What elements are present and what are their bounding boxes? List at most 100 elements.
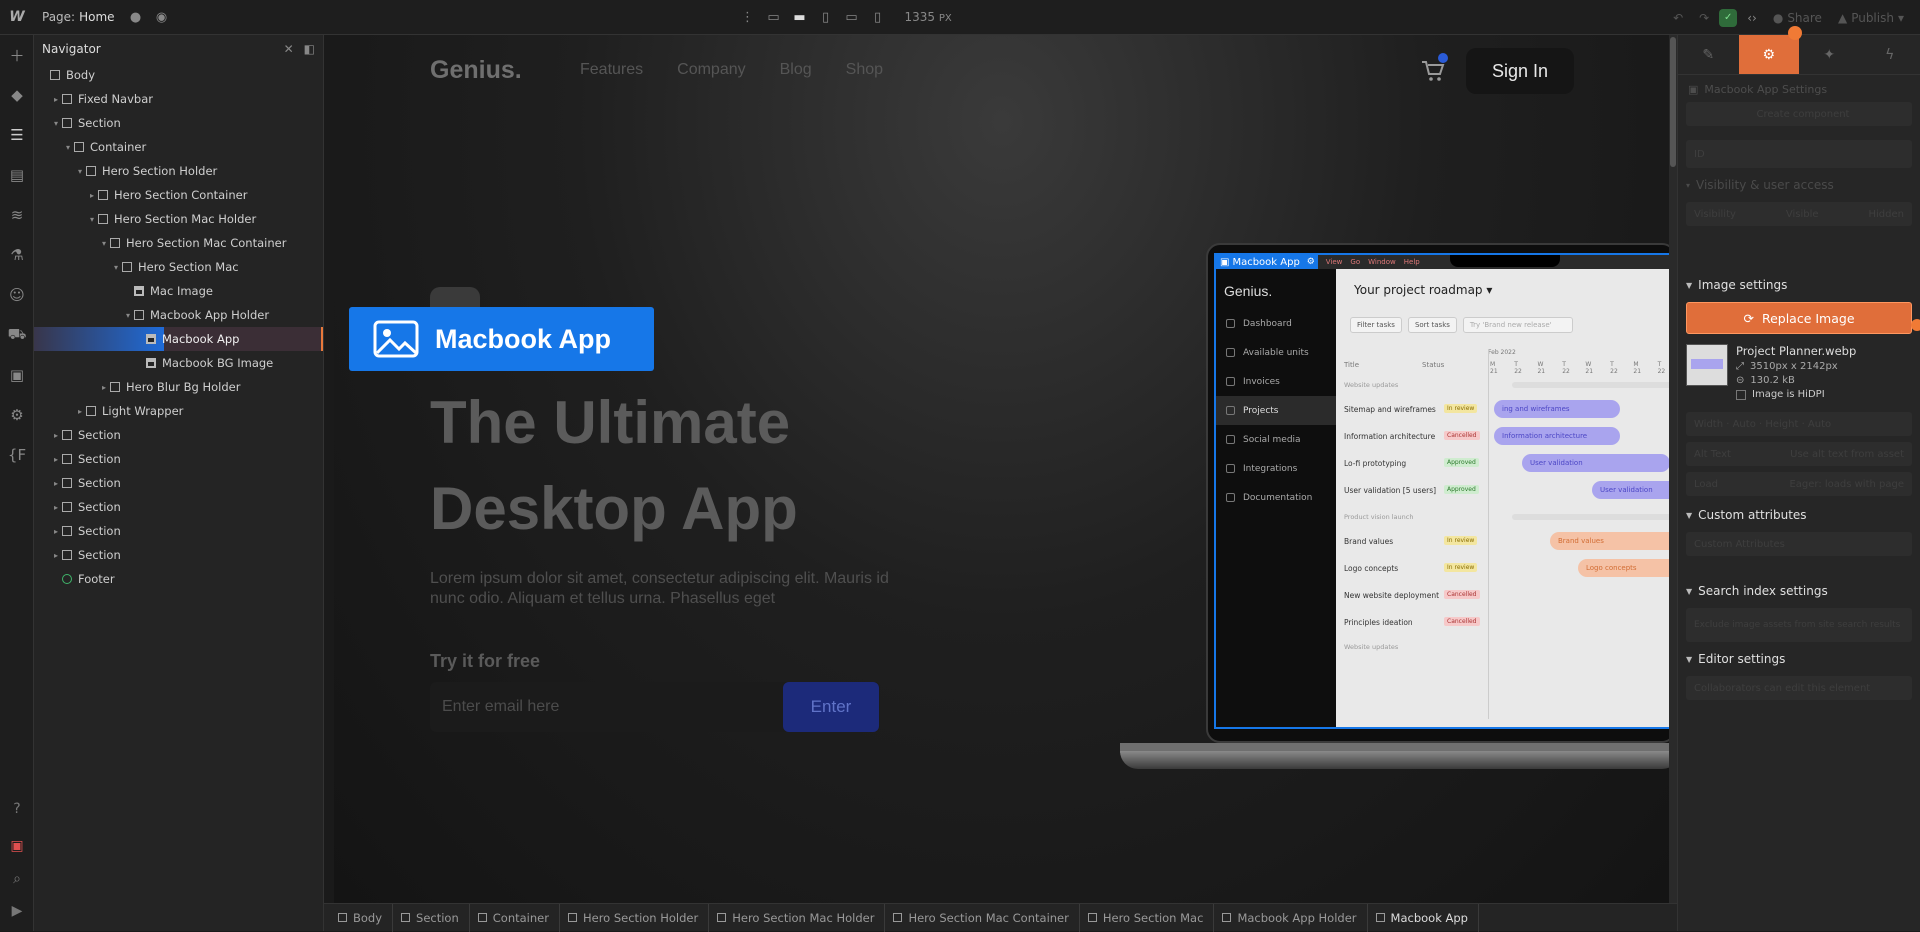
breadcrumb-item[interactable]: Hero Section Mac Container [885,904,1079,932]
breakpoint-tablet-icon[interactable]: ▯ [813,0,839,35]
add-icon[interactable]: ＋ [0,35,34,75]
chevron-down-icon[interactable]: ▾ [86,215,98,224]
navigator-item[interactable]: ▸Hero Blur Bg Holder [34,375,323,399]
breadcrumb-item[interactable]: Body [330,904,393,932]
custom-attributes-header[interactable]: ▼Custom attributes [1678,504,1920,526]
video-tutorials-icon[interactable]: ▶ [0,895,34,927]
navigator-item[interactable]: ▸Section [34,495,323,519]
image-size-fields[interactable]: Width · Auto · Height · Auto [1686,412,1912,436]
breakpoint-mobile-landscape-icon[interactable]: ▭ [839,0,865,35]
create-component-button[interactable]: Create component [1686,102,1912,126]
hero-subtitle[interactable]: Lorem ipsum dolor sit amet, consectetur … [430,569,900,609]
navigator-item[interactable]: ▸Section [34,447,323,471]
navigator-item[interactable]: Mac Image [34,279,323,303]
nav-link-company[interactable]: Company [677,61,745,79]
pages-icon[interactable]: ▤ [0,155,34,195]
chevron-right-icon[interactable]: ▸ [50,551,62,560]
nav-link-blog[interactable]: Blog [780,61,812,79]
navigator-item[interactable]: ▾Section [34,111,323,135]
chevron-right-icon[interactable]: ▸ [86,191,98,200]
more-breakpoints-icon[interactable]: ⋮ [735,0,761,35]
chevron-down-icon[interactable]: ▾ [98,239,110,248]
chevron-down-icon[interactable]: ▾ [62,143,74,152]
load-field[interactable]: LoadEager: loads with page [1686,472,1912,496]
breakpoint-desktop-icon[interactable]: ▬ [787,0,813,35]
undo-icon[interactable]: ↶ [1667,11,1689,25]
navigator-item[interactable]: ▾Macbook App Holder [34,303,323,327]
saved-check-icon[interactable]: ✓ [1719,9,1737,27]
components-cube-icon[interactable]: ◆ [0,75,34,115]
breakpoint-mobile-icon[interactable]: ▯ [865,0,891,35]
breadcrumb-item[interactable]: Hero Section Mac Holder [709,904,885,932]
macbook-mockup[interactable]: ▣Macbook App ⚙ View Go Window Help Geniu… [1120,243,1669,788]
cms-database-icon[interactable]: ≋ [0,195,34,235]
search-index-header[interactable]: ▼Search index settings [1678,580,1920,602]
variables-icon[interactable]: {F [0,435,34,475]
navigator-item[interactable]: ▸Section [34,471,323,495]
image-thumbnail[interactable] [1686,344,1728,386]
chevron-right-icon[interactable]: ▸ [50,527,62,536]
site-logo[interactable]: Genius. [430,56,522,85]
chevron-down-icon[interactable]: ▾ [110,263,122,272]
users-icon[interactable]: ☺ [0,275,34,315]
navigator-item[interactable]: Macbook BG Image [34,351,323,375]
audit-icon[interactable]: ▣ [0,830,34,862]
chevron-down-icon[interactable]: ▾ [50,119,62,128]
chevron-right-icon[interactable]: ▸ [50,479,62,488]
editor-settings-header[interactable]: ▼Editor settings [1678,648,1920,670]
visibility-section-header[interactable]: ▾Visibility & user access [1678,174,1920,196]
comments-icon[interactable]: ● [123,0,149,35]
settings-gear-icon[interactable]: ⚙ [0,395,34,435]
navigator-item[interactable]: ▸Light Wrapper [34,399,323,423]
search-icon[interactable]: ⌕ [0,863,34,895]
navigator-item[interactable]: ▸Hero Section Container [34,183,323,207]
custom-attributes-row[interactable]: Custom Attributes [1686,532,1912,556]
breadcrumb-item[interactable]: Hero Section Mac [1080,904,1215,932]
interactions-icon[interactable]: ✦ [1799,35,1860,74]
try-free-label[interactable]: Try it for free [430,651,540,672]
hero-title[interactable]: The Ultimate Desktop App [430,380,950,552]
webflow-logo[interactable]: W [0,0,34,35]
id-field[interactable]: ID [1686,140,1912,168]
preview-eye-icon[interactable]: ◉ [149,0,175,35]
sign-in-button[interactable]: Sign In [1466,48,1574,94]
navigator-item[interactable]: ▸Fixed Navbar [34,87,323,111]
search-index-row[interactable]: Exclude image assets from site search re… [1686,608,1912,642]
ecommerce-cart-icon[interactable]: ⛟ [0,315,34,355]
chevron-right-icon[interactable]: ▸ [50,455,62,464]
breadcrumb-item[interactable]: Container [470,904,560,932]
hidpi-checkbox[interactable] [1736,390,1746,400]
visible-option[interactable]: Visible [1786,209,1819,220]
navigator-item[interactable]: Footer [34,567,323,591]
navigator-item[interactable]: Macbook App [34,327,323,351]
macbook-app-image[interactable]: ▣Macbook App ⚙ View Go Window Help Geniu… [1216,255,1669,727]
share-button[interactable]: ●Share [1767,11,1828,25]
navigator-item[interactable]: ▾Hero Section Mac [34,255,323,279]
navigator-item[interactable]: ▾Container [34,135,323,159]
navigator-layers-icon[interactable]: ☰ [0,115,34,155]
page-selector[interactable]: Page: Home [34,0,123,35]
chevron-right-icon[interactable]: ▸ [98,383,110,392]
navigator-item[interactable]: ▾Hero Section Holder [34,159,323,183]
chevron-down-icon[interactable]: ▾ [122,311,134,320]
chevron-right-icon[interactable]: ▸ [74,407,86,416]
image-settings-header[interactable]: ▼Image settings [1678,274,1920,296]
replace-image-button[interactable]: ⟳Replace Image [1686,302,1912,334]
close-icon[interactable]: ✕ [284,42,294,56]
breadcrumb-item[interactable]: Macbook App Holder [1214,904,1367,932]
scrollbar-thumb[interactable] [1670,37,1676,167]
chevron-right-icon[interactable]: ▸ [50,503,62,512]
cart-icon[interactable] [1420,59,1446,83]
navigator-item[interactable]: ▸Section [34,423,323,447]
settings-gear-icon[interactable]: ⚙ [1739,35,1800,74]
breadcrumb-item[interactable]: Section [393,904,470,932]
navigator-item[interactable]: ▾Hero Section Mac Holder [34,207,323,231]
dock-panel-icon[interactable]: ◧ [304,42,315,56]
breadcrumb-item[interactable]: Hero Section Holder [560,904,709,932]
navigator-item[interactable]: ▸Section [34,519,323,543]
alt-text-field[interactable]: Alt TextUse alt text from asset [1686,442,1912,466]
editor-settings-row[interactable]: Collaborators can edit this element [1686,676,1912,700]
logic-icon[interactable]: ⚗ [0,235,34,275]
hidden-option[interactable]: Hidden [1869,209,1904,220]
redo-icon[interactable]: ↷ [1693,11,1715,25]
